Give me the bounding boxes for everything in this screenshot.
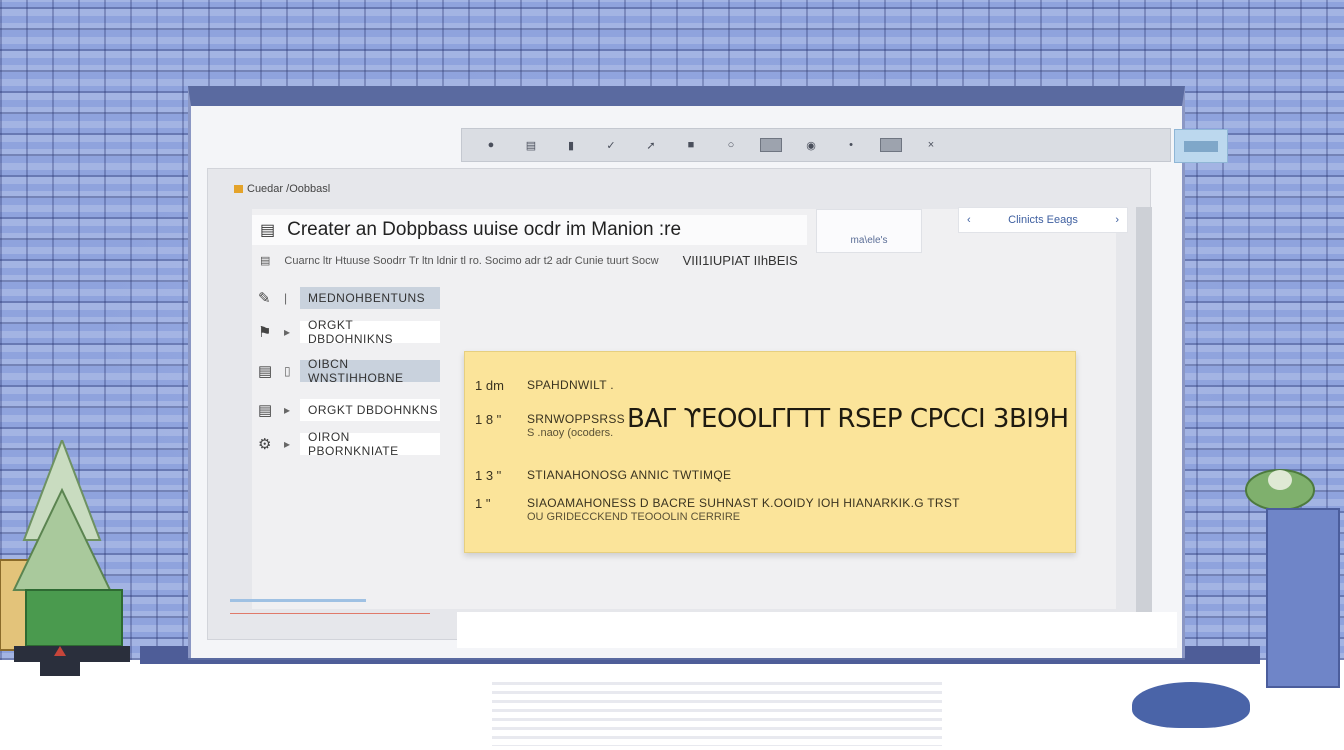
popup-row-number: 1 3 " — [475, 468, 502, 483]
list-item[interactable]: ▤ ▸ ORGKT DBDOHNKNS — [258, 393, 440, 427]
column-icon[interactable]: ▮ — [560, 138, 582, 152]
pen-icon[interactable]: ✓ — [600, 138, 622, 152]
mouse-illustration — [1132, 682, 1250, 728]
list-item[interactable]: ⚙ ▸ OIRON PBORNKNIATE — [258, 427, 440, 461]
list-item-label: OIBCN WNSTIHHOBNE — [300, 357, 440, 385]
popup-row: 1 3 " STIANAHONOSG ANNIC TWTIMQE — [475, 468, 731, 483]
document-title: Creater an Dobpbass uuise ocdr im Manion… — [287, 219, 682, 240]
storage-box-illustration — [1266, 508, 1340, 688]
list-item-label: MEDNOHBENTUNS — [300, 287, 440, 309]
popup-row-text: SPAHDNWILT . — [527, 378, 614, 392]
page-icon: ▤ — [258, 402, 273, 419]
document-footer — [457, 612, 1177, 648]
text-format-icon[interactable]: ▤ — [520, 138, 542, 152]
document-icon: ▤ — [260, 222, 276, 239]
settings-icon: ⚙ — [258, 436, 272, 453]
popup-row-subtext: OU GRIDECCKEND TEOOOLIN CERRIRE — [527, 511, 741, 523]
document-title-bar[interactable]: ▤ Creater an Dobpbass uuise ocdr im Mani… — [252, 215, 807, 245]
list-item-marker: | — [284, 291, 288, 305]
list-item-marker: ▸ — [284, 437, 291, 451]
screen-icon[interactable] — [760, 138, 782, 152]
note-popup[interactable]: 1 dm SPAHDNWILT . 1 8 " SRNWOPPSRSS S .n… — [464, 351, 1076, 553]
document-tab-label: Cuedar /Oobbasl — [247, 183, 331, 195]
keyboard-illustration — [492, 682, 942, 746]
circle-icon[interactable]: ○ — [720, 138, 742, 152]
record-icon[interactable]: ◉ — [800, 138, 822, 152]
side-panel-label: ma\ele's — [850, 235, 888, 246]
popup-row: 1 dm SPAHDNWILT . — [475, 378, 614, 393]
list-item-marker: ▯ — [284, 364, 291, 378]
editor-toolbar: ● ▤ ▮ ✓ ➚ ■ ○ ◉ • × — [461, 128, 1228, 163]
search-field[interactable]: ‹ Clinicts Eeags › — [958, 207, 1128, 233]
list-item[interactable]: ✎ | MEDNOHBENTUNS — [258, 281, 440, 315]
monitor-icon[interactable] — [880, 138, 902, 152]
popup-row-number: 1 dm — [475, 378, 504, 393]
popup-row-text: SRNWOPPSRSS — [527, 412, 625, 426]
clipboard-icon: ✎ — [258, 290, 271, 307]
progress-bar — [230, 599, 366, 602]
page-divider — [230, 613, 430, 614]
list-item-label: ORGKT DBDOHNKNS — [300, 399, 440, 421]
monitor-screen: ● ▤ ▮ ✓ ➚ ■ ○ ◉ • × Cuedar /Oobbasl ▤ Cr… — [188, 86, 1228, 658]
list-item-label: ORGKT DBDOHNIKNS — [300, 318, 440, 346]
book-icon: ▤ — [258, 363, 273, 380]
close-icon[interactable]: × — [920, 138, 942, 152]
popup-banner: BAΓ ϒEOOLΓΓTΤ RSEP CPCCI 3BI9H — [627, 404, 1069, 434]
image-icon[interactable]: ■ — [680, 138, 702, 152]
popup-row-number: 1 8 " — [475, 412, 502, 427]
document-tab[interactable]: Cuedar /Oobbasl — [234, 183, 330, 195]
popup-row-text: SIAOAMAHONESS D BACRE SUHNAST K.OOIDY IO… — [527, 496, 960, 510]
popup-row-text: STIANAHONOSG ANNIC TWTIMQE — [527, 468, 732, 482]
pin-icon[interactable]: ● — [480, 138, 502, 152]
list-item[interactable]: ⚑ ▸ ORGKT DBDOHNIKNS — [258, 315, 440, 349]
plant-left-illustration — [0, 440, 130, 676]
scrollbar[interactable] — [1136, 207, 1152, 627]
document-subtitle: ▤ Cuarnc ltr Htuuse Soodrr Tr ltn ldnir … — [260, 253, 798, 268]
popup-row-number: 1 " — [475, 496, 491, 511]
list-item-marker: ▸ — [284, 403, 291, 417]
popup-row: 1 " SIAOAMAHONESS D BACRE SUHNAST K.OOID… — [475, 496, 960, 523]
popup-row: 1 8 " SRNWOPPSRSS S .naoy (ocoders. — [475, 412, 625, 439]
chevron-left-icon[interactable]: ‹ — [967, 214, 971, 226]
search-label: Clinicts Eeags — [1008, 214, 1078, 226]
document-window: Cuedar /Oobbasl ▤ Creater an Dobpbass uu… — [207, 168, 1152, 640]
list-item-label: OIRON PBORNKNIATE — [300, 430, 440, 458]
list-item-marker: ▸ — [284, 325, 291, 339]
side-panel[interactable]: ma\ele's — [816, 209, 922, 253]
toolbar-accent-button[interactable] — [1174, 129, 1228, 163]
outline-list: ✎ | MEDNOHBENTUNS ⚑ ▸ ORGKT DBDOHNIKNS ▤… — [258, 281, 440, 461]
list-item[interactable]: ▤ ▯ OIBCN WNSTIHHOBNE — [258, 349, 440, 393]
chevron-right-icon[interactable]: › — [1115, 214, 1119, 226]
pin-icon: ⚑ — [258, 324, 272, 341]
document-subtitle-text: Cuarnc ltr Htuuse Soodrr Tr ltn ldnir tl… — [284, 254, 659, 267]
popup-row-subtext: S .naoy (ocoders. — [527, 427, 614, 439]
list-icon: ▤ — [260, 255, 271, 267]
folder-icon — [234, 185, 243, 193]
document-subtitle-tail: VIII1IUPIAT IIhBEIS — [682, 253, 798, 268]
cursor-icon[interactable]: ➚ — [640, 138, 662, 152]
dot-icon[interactable]: • — [840, 138, 862, 152]
